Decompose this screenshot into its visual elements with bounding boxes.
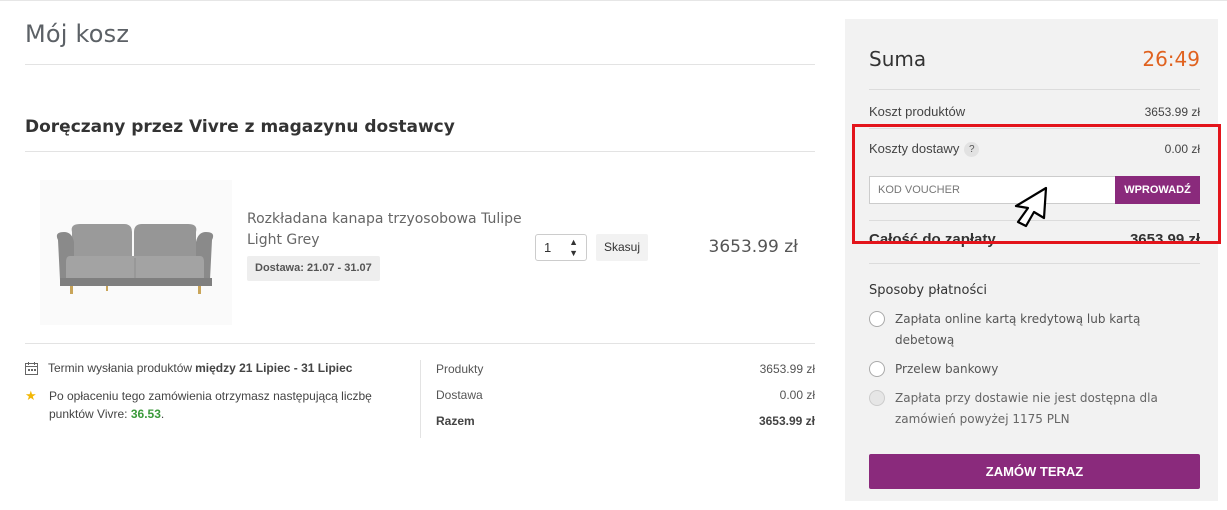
summary-label: Razem bbox=[436, 414, 475, 428]
delivery-cost-label: Koszty dostawy bbox=[869, 141, 960, 156]
radio-button[interactable] bbox=[869, 361, 885, 377]
star-icon: ★ bbox=[25, 388, 37, 403]
grand-total-row: Całość do zapłaty 3653.99 zł bbox=[869, 231, 1200, 248]
payment-option-transfer[interactable]: Przelew bankowy bbox=[869, 359, 1189, 380]
shipping-note-range: między 21 Lipiec - 31 Lipiec bbox=[195, 361, 353, 375]
quantity-value: 1 bbox=[544, 240, 552, 255]
radio-button[interactable] bbox=[869, 311, 885, 327]
order-now-button[interactable]: ZAMÓW TERAZ bbox=[869, 454, 1200, 489]
item-price: 3653.99 zł bbox=[708, 237, 798, 257]
summary-label: Dostawa bbox=[436, 388, 483, 402]
summary-value: 3653.99 zł bbox=[759, 362, 815, 376]
grand-total-value: 3653.99 zł bbox=[1129, 231, 1200, 248]
countdown-timer: 26:49 bbox=[1142, 47, 1200, 71]
radio-button-disabled bbox=[869, 390, 885, 406]
payment-option-label: Zapłata przy dostawie nie jest dostępna … bbox=[895, 391, 1158, 426]
payment-option-cod: Zapłata przy dostawie nie jest dostępna … bbox=[869, 388, 1189, 430]
panel-title: Suma bbox=[869, 47, 927, 71]
points-suffix: . bbox=[160, 407, 165, 421]
grand-total-label: Całość do zapłaty bbox=[869, 231, 996, 248]
summary-row-total: Razem 3653.99 zł bbox=[436, 414, 815, 428]
payment-option-label: Zapłata online kartą kredytową lub kartą… bbox=[895, 312, 1141, 347]
products-cost-label: Koszt produktów bbox=[869, 104, 966, 119]
vertical-divider bbox=[420, 360, 421, 438]
delivery-badge: Dostawa: 21.07 - 31.07 bbox=[247, 256, 380, 281]
top-divider bbox=[0, 0, 1227, 1]
points-value: 36.53 bbox=[130, 407, 161, 421]
summary-label: Produkty bbox=[436, 362, 484, 376]
products-cost-value: 3653.99 zł bbox=[1144, 104, 1200, 119]
shipping-note: Termin wysłania produktów między 21 Lipi… bbox=[25, 361, 355, 375]
shipping-note-prefix: Termin wysłania produktów bbox=[48, 361, 193, 375]
divider bbox=[25, 151, 815, 152]
summary-row-products: Produkty 3653.99 zł bbox=[436, 362, 815, 376]
voucher-input[interactable] bbox=[869, 176, 1116, 204]
divider bbox=[25, 343, 815, 344]
payment-methods-title: Sposoby płatności bbox=[869, 283, 987, 298]
divider bbox=[869, 220, 1200, 221]
divider bbox=[869, 89, 1200, 90]
product-image[interactable] bbox=[40, 180, 232, 325]
delivery-cost-value: 0.00 zł bbox=[1164, 142, 1200, 157]
divider bbox=[869, 263, 1200, 264]
payment-option-label: Przelew bankowy bbox=[895, 362, 999, 376]
sort-arrows-icon: ▲ ▼ bbox=[569, 237, 578, 258]
sofa-image-icon bbox=[56, 224, 214, 294]
payment-option-card[interactable]: Zapłata online kartą kredytową lub kartą… bbox=[869, 309, 1189, 351]
summary-value: 0.00 zł bbox=[779, 388, 815, 402]
summary-row-delivery: Dostawa 0.00 zł bbox=[436, 388, 815, 402]
points-note-text: Po opłaceniu tego zamówienia otrzymasz n… bbox=[49, 389, 372, 421]
voucher-apply-button[interactable]: WPROWADŹ bbox=[1115, 176, 1200, 204]
points-note: ★ Po opłaceniu tego zamówienia otrzymasz… bbox=[25, 387, 395, 423]
delivery-cost-row: Koszty dostawy? 0.00 zł bbox=[869, 141, 1200, 158]
products-cost-row: Koszt produktów 3653.99 zł bbox=[869, 104, 1200, 119]
help-icon[interactable]: ? bbox=[964, 142, 980, 158]
divider bbox=[25, 64, 815, 65]
product-name[interactable]: Rozkładana kanapa trzyosobowa Tulipe Lig… bbox=[247, 209, 537, 251]
calendar-icon bbox=[25, 361, 38, 375]
page-title: Mój kosz bbox=[25, 20, 130, 48]
quantity-select[interactable]: 1 ▲ ▼ bbox=[535, 234, 587, 261]
summary-value: 3653.99 zł bbox=[758, 414, 815, 428]
divider bbox=[869, 128, 1200, 129]
section-title: Doręczany przez Vivre z magazynu dostawc… bbox=[25, 117, 455, 137]
remove-button[interactable]: Skasuj bbox=[596, 234, 649, 261]
